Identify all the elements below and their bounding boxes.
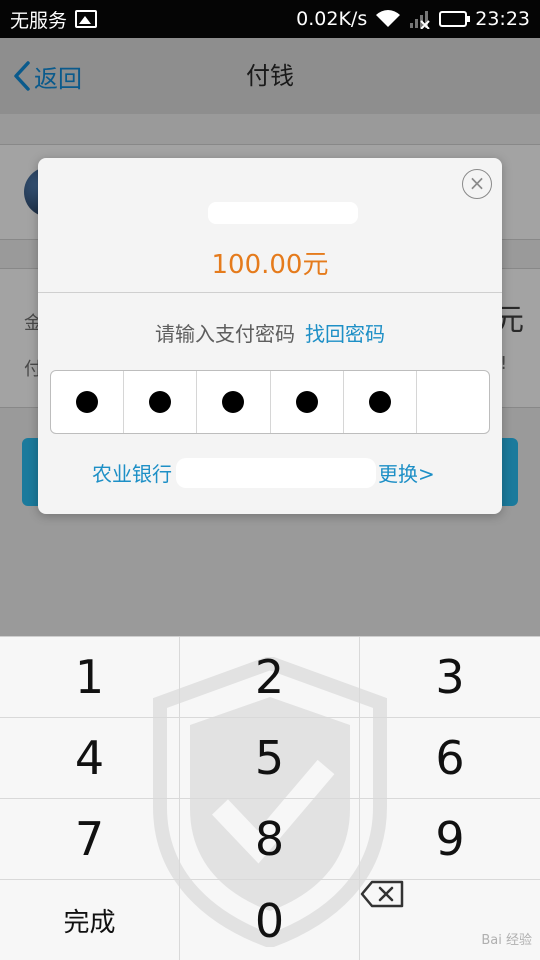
forgot-password-link[interactable]: 找回密码 xyxy=(305,322,385,346)
divider xyxy=(38,292,502,293)
carrier-label: 无服务 xyxy=(10,9,68,32)
password-cell xyxy=(124,371,198,433)
back-button[interactable]: 返回 xyxy=(12,56,82,96)
done-key[interactable]: 完成 xyxy=(0,880,180,960)
password-prompt-label: 请输入支付密码 xyxy=(155,322,295,346)
key-3[interactable]: 3 xyxy=(360,637,540,718)
key-1[interactable]: 1 xyxy=(0,637,180,718)
nav-bar: 付钱 返回 xyxy=(0,38,540,114)
key-6[interactable]: 6 xyxy=(360,718,540,799)
image-icon xyxy=(75,10,98,28)
wifi-icon xyxy=(376,10,401,27)
password-cell xyxy=(417,371,489,433)
back-label: 返回 xyxy=(34,64,82,93)
key-0[interactable]: 0 xyxy=(180,880,360,960)
password-input[interactable] xyxy=(50,370,490,434)
password-prompt-row: 请输入支付密码 找回密码 xyxy=(38,318,502,347)
key-7[interactable]: 7 xyxy=(0,799,180,880)
bank-card-row[interactable]: 农业银行 更换> xyxy=(38,458,502,488)
baidu-watermark: Bai 经验 xyxy=(481,933,532,948)
password-dot xyxy=(76,391,99,413)
password-cell xyxy=(51,371,125,433)
key-9[interactable]: 9 xyxy=(360,799,540,880)
backspace-key[interactable] xyxy=(360,880,540,960)
key-5[interactable]: 5 xyxy=(180,718,360,799)
change-card-link[interactable]: 更换> xyxy=(378,458,435,487)
numeric-keypad: 1 2 3 4 5 6 7 8 9 完成 0 Bai 经验 xyxy=(0,636,540,960)
password-cell xyxy=(271,371,344,433)
payment-password-dialog: × 100.00元 请输入支付密码 找回密码 农业银行 更换> xyxy=(38,158,502,514)
chevron-left-icon xyxy=(14,61,30,91)
payment-amount: 100.00元 xyxy=(211,250,329,280)
battery-icon xyxy=(439,11,471,27)
card-number-redacted xyxy=(176,458,376,488)
password-dot xyxy=(368,391,391,413)
password-dot xyxy=(295,391,318,413)
network-speed: 0.02K/s xyxy=(296,8,368,30)
password-dot xyxy=(222,391,245,413)
clock: 23:23 xyxy=(475,8,530,30)
status-bar: 无服务 0.02K/s 23:23 xyxy=(0,0,540,38)
password-cell xyxy=(197,371,271,433)
payee-name-redacted xyxy=(208,202,358,224)
close-button[interactable]: × xyxy=(462,169,492,199)
close-icon: × xyxy=(468,171,486,195)
signal-icon xyxy=(410,11,430,29)
key-2[interactable]: 2 xyxy=(180,637,360,718)
bank-name: 农业银行 xyxy=(92,462,172,486)
key-4[interactable]: 4 xyxy=(0,718,180,799)
password-dot xyxy=(149,391,172,413)
key-8[interactable]: 8 xyxy=(180,799,360,880)
password-cell xyxy=(344,371,417,433)
backspace-icon xyxy=(360,880,404,908)
